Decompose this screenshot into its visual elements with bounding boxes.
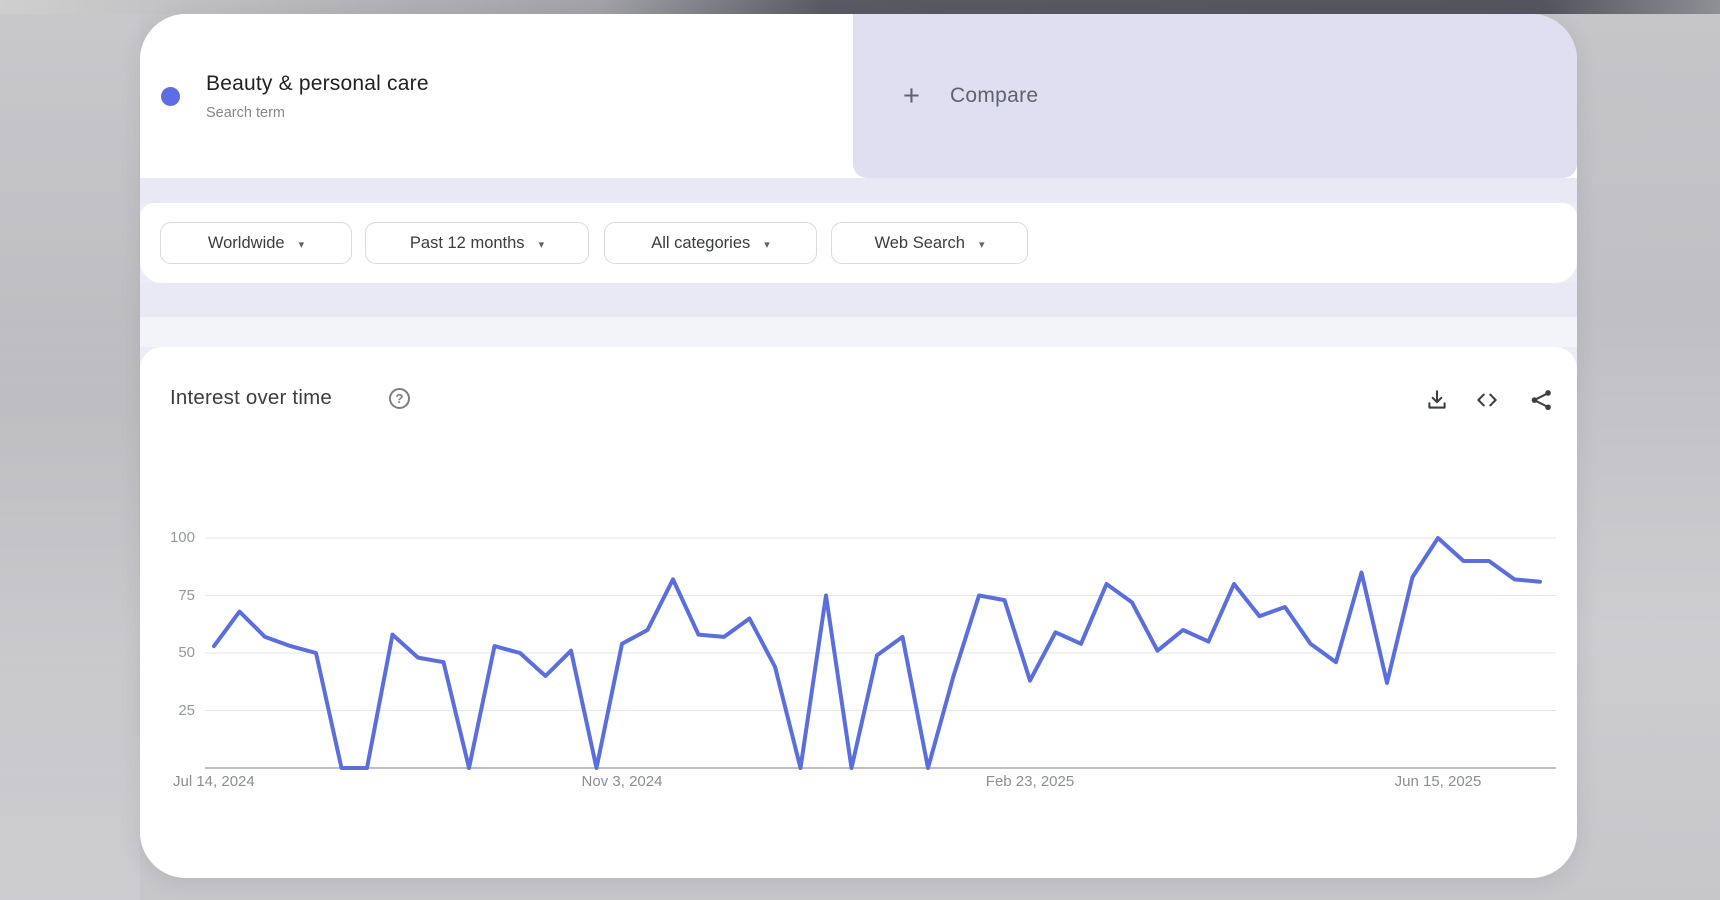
filter-region-dropdown[interactable]: Worldwide ▾ bbox=[160, 222, 352, 264]
x-axis-label: Jul 14, 2024 bbox=[173, 773, 255, 790]
compare-label: Compare bbox=[950, 84, 1038, 108]
series-color-dot bbox=[161, 87, 180, 106]
section-gap-band bbox=[140, 178, 1577, 203]
y-axis-label: 25 bbox=[140, 701, 195, 721]
chevron-down-icon: ▾ bbox=[539, 238, 545, 251]
interest-over-time-chart[interactable]: 25 50 75 100 Jul 14, 2024 Nov 3, 2024 Feb 23, … bbox=[140, 347, 1577, 878]
filter-time-range-dropdown[interactable]: Past 12 months ▾ bbox=[365, 222, 589, 264]
search-terms-row: Beauty & personal care Search term + Com… bbox=[140, 14, 1577, 178]
x-axis-label: Jun 15, 2025 bbox=[1395, 773, 1482, 790]
search-term-subtitle: Search term bbox=[206, 105, 429, 121]
filter-search-type-dropdown[interactable]: Web Search ▾ bbox=[831, 222, 1028, 264]
chevron-down-icon: ▾ bbox=[764, 238, 770, 251]
filter-search-type-label: Web Search bbox=[874, 234, 965, 253]
interest-over-time-panel: Interest over time ? 255075100Jul 14, 20… bbox=[140, 347, 1577, 878]
chevron-down-icon: ▾ bbox=[979, 238, 985, 251]
filter-time-range-label: Past 12 months bbox=[410, 234, 525, 253]
filter-category-label: All categories bbox=[651, 234, 750, 253]
chart-canvas bbox=[140, 347, 1577, 878]
x-axis-label: Feb 23, 2025 bbox=[986, 773, 1074, 790]
plus-icon: + bbox=[903, 82, 920, 111]
y-axis-label: 50 bbox=[140, 643, 195, 663]
x-axis-label: Nov 3, 2024 bbox=[582, 773, 663, 790]
search-term-card[interactable]: Beauty & personal care Search term bbox=[140, 14, 843, 178]
section-gap-band bbox=[140, 283, 1577, 347]
search-term-text: Beauty & personal care Search term bbox=[206, 72, 429, 121]
filter-bar: Worldwide ▾ Past 12 months ▾ All categor… bbox=[140, 203, 1577, 283]
trends-explore-card: Beauty & personal care Search term + Com… bbox=[140, 14, 1577, 878]
filter-region-label: Worldwide bbox=[208, 234, 285, 253]
compare-add-card[interactable]: + Compare bbox=[853, 14, 1577, 178]
filter-category-dropdown[interactable]: All categories ▾ bbox=[604, 222, 817, 264]
y-axis-label: 100 bbox=[140, 528, 195, 548]
search-term-title: Beauty & personal care bbox=[206, 72, 429, 96]
chevron-down-icon: ▾ bbox=[299, 238, 305, 251]
y-axis-label: 75 bbox=[140, 586, 195, 606]
